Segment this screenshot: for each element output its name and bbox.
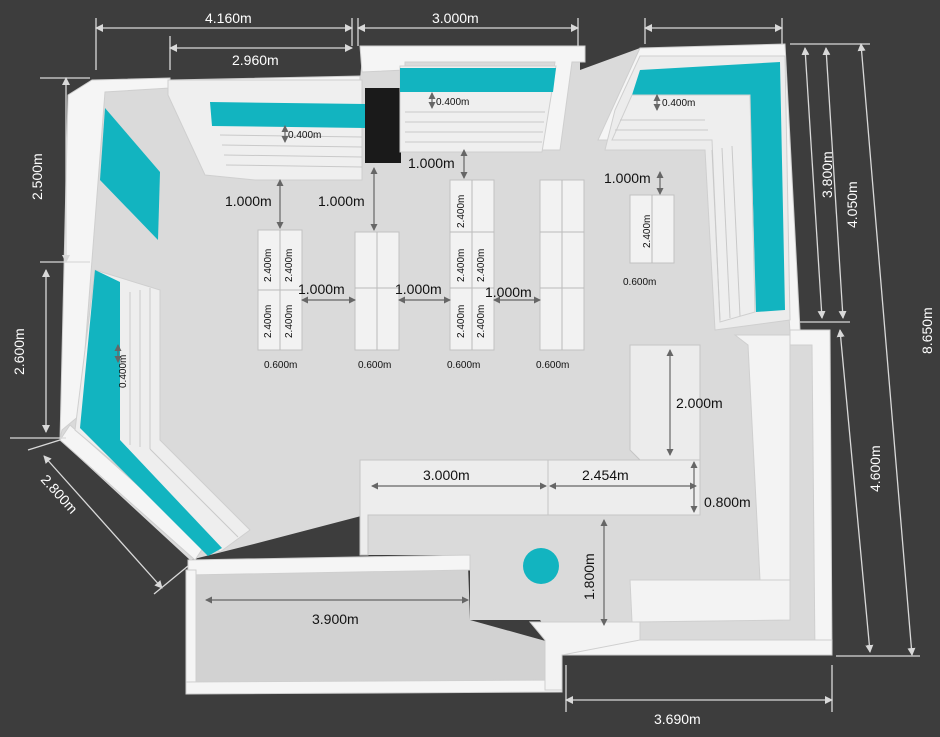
dim-bottom: 3.690m	[654, 711, 701, 727]
dim-entrance-depth: 1.800m	[581, 553, 597, 600]
store-floor-plan: 4.160m 2.960m 3.000m 2.500m 2.600m 2.800…	[10, 10, 935, 727]
dim-gondola-width-3: 0.600m	[447, 360, 480, 371]
dim-right-upper: 3.800m	[819, 151, 835, 198]
dim-gondola-width-2: 0.600m	[358, 360, 391, 371]
dim-shelf-top-right: 0.400m	[662, 98, 695, 109]
dim-top-left-inner: 2.960m	[232, 52, 279, 68]
dim-gondola-len-3c: 2.400m	[476, 249, 487, 282]
dim-shelf-top-center: 0.400m	[436, 97, 469, 108]
dim-gondola-len-1d: 2.400m	[284, 305, 295, 338]
dim-top-center: 3.000m	[432, 10, 479, 26]
dim-gondola-len-5: 2.400m	[642, 215, 653, 248]
entrance-marker	[523, 548, 559, 584]
dim-storage-width: 3.900m	[312, 611, 359, 627]
dim-gondola-len-3d: 2.400m	[456, 305, 467, 338]
gondola-4	[539, 179, 585, 351]
dim-counter-left: 3.000m	[423, 467, 470, 483]
dim-right-total: 8.650m	[919, 307, 935, 354]
dim-shelf-top-left: 0.400m	[288, 130, 321, 141]
dim-right-lower: 4.600m	[867, 445, 883, 492]
dim-gondola-width-1: 0.600m	[264, 360, 297, 371]
dim-counter-depth: 0.800m	[704, 494, 751, 510]
dim-aisle-top-4: 1.000m	[604, 170, 651, 186]
dim-gondola-width-4: 0.600m	[536, 360, 569, 371]
shelf-unit-top-center	[399, 65, 557, 153]
dim-right-upper-total: 4.050m	[844, 181, 860, 228]
dim-top-left: 4.160m	[205, 10, 252, 26]
dim-aisle-top-2: 1.000m	[318, 193, 365, 209]
dim-aisle-between-1: 1.000m	[298, 281, 345, 297]
dim-counter-return: 2.000m	[676, 395, 723, 411]
dim-left-diagonal: 2.800m	[38, 471, 81, 516]
gondola-2	[354, 231, 400, 351]
dim-gondola-len-3a: 2.400m	[456, 195, 467, 228]
dim-gondola-len-3b: 2.400m	[456, 249, 467, 282]
dim-gondola-len-1c: 2.400m	[263, 305, 274, 338]
dim-gondola-len-1b: 2.400m	[284, 249, 295, 282]
dim-aisle-top-3: 1.000m	[408, 155, 455, 171]
dim-left-upper: 2.500m	[29, 153, 45, 200]
dim-aisle-between-2: 1.000m	[395, 281, 442, 297]
dim-gondola-len-3e: 2.400m	[476, 305, 487, 338]
dim-counter-right: 2.454m	[582, 467, 629, 483]
dim-gondola-len-1a: 2.400m	[263, 249, 274, 282]
dim-aisle-top-1: 1.000m	[225, 193, 272, 209]
dim-aisle-between-3: 1.000m	[485, 284, 532, 300]
dim-left-lower: 2.600m	[11, 328, 27, 375]
dim-gondola-width-5: 0.600m	[623, 277, 656, 288]
dim-shelf-left: 0.400m	[118, 355, 129, 388]
cabinet	[365, 88, 401, 163]
